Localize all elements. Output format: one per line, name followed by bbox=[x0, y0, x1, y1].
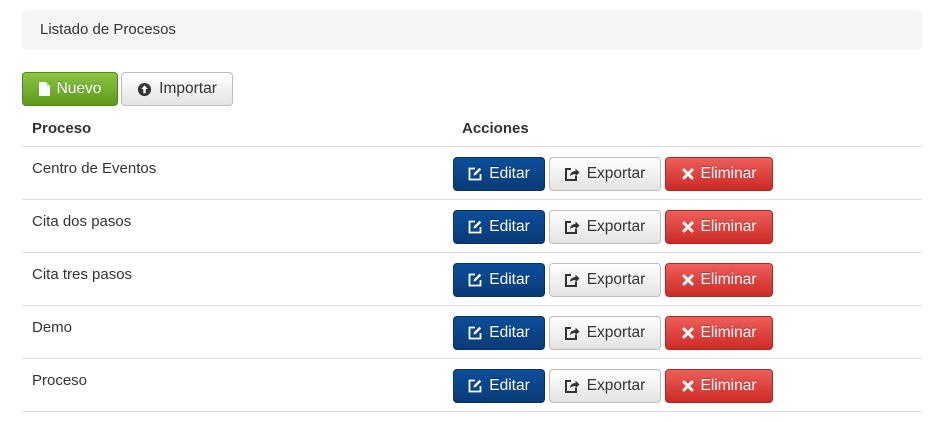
process-name: Cita tres pasos bbox=[22, 252, 452, 306]
x-icon bbox=[682, 221, 694, 233]
x-icon bbox=[682, 380, 694, 392]
delete-button[interactable]: Eliminar bbox=[665, 316, 773, 350]
delete-button-label: Eliminar bbox=[700, 165, 757, 182]
delete-button-label: Eliminar bbox=[700, 377, 757, 394]
row-actions: Editar Exportar Eliminar bbox=[452, 358, 922, 412]
file-icon bbox=[38, 82, 50, 96]
export-button-label: Exportar bbox=[586, 218, 646, 235]
import-button-label: Importar bbox=[159, 80, 217, 97]
table-row: Demo Editar Exportar Eliminar bbox=[22, 305, 922, 359]
edit-button[interactable]: Editar bbox=[453, 210, 545, 244]
share-icon bbox=[564, 220, 580, 234]
row-actions: Editar Exportar Eliminar bbox=[452, 252, 922, 306]
edit-icon bbox=[468, 273, 482, 287]
edit-button-label: Editar bbox=[489, 218, 530, 235]
x-icon bbox=[682, 274, 694, 286]
edit-icon bbox=[468, 326, 482, 340]
table-row: Cita tres pasos Editar Exportar Eliminar bbox=[22, 252, 922, 306]
share-icon bbox=[564, 326, 580, 340]
export-button[interactable]: Exportar bbox=[549, 210, 661, 244]
edit-button[interactable]: Editar bbox=[453, 157, 545, 191]
delete-button-label: Eliminar bbox=[700, 218, 757, 235]
delete-button[interactable]: Eliminar bbox=[665, 210, 773, 244]
edit-button[interactable]: Editar bbox=[453, 316, 545, 350]
new-button[interactable]: Nuevo bbox=[22, 72, 118, 106]
export-button[interactable]: Exportar bbox=[549, 157, 661, 191]
x-icon bbox=[682, 168, 694, 180]
edit-icon bbox=[468, 167, 482, 181]
process-name: Cita dos pasos bbox=[22, 199, 452, 253]
share-icon bbox=[564, 379, 580, 393]
export-button-label: Exportar bbox=[586, 377, 646, 394]
edit-icon bbox=[468, 220, 482, 234]
table-row: Cita dos pasos Editar Exportar Eliminar bbox=[22, 199, 922, 253]
column-header-proceso: Proceso bbox=[22, 110, 452, 147]
delete-button[interactable]: Eliminar bbox=[665, 263, 773, 297]
x-icon bbox=[682, 327, 694, 339]
table-row: Proceso Editar Exportar Eliminar bbox=[22, 358, 922, 412]
edit-button-label: Editar bbox=[489, 324, 530, 341]
share-icon bbox=[564, 167, 580, 181]
share-icon bbox=[564, 273, 580, 287]
edit-button-label: Editar bbox=[489, 165, 530, 182]
row-actions: Editar Exportar Eliminar bbox=[452, 305, 922, 359]
page-title: Listado de Procesos bbox=[40, 21, 176, 38]
export-button[interactable]: Exportar bbox=[549, 263, 661, 297]
row-actions: Editar Exportar Eliminar bbox=[452, 199, 922, 253]
edit-button-label: Editar bbox=[489, 377, 530, 394]
table-row: Centro de Eventos Editar Exportar Elimin… bbox=[22, 146, 922, 200]
process-name: Demo bbox=[22, 305, 452, 359]
edit-button[interactable]: Editar bbox=[453, 369, 545, 403]
breadcrumb: Listado de Procesos bbox=[22, 10, 922, 50]
edit-button[interactable]: Editar bbox=[453, 263, 545, 297]
export-button-label: Exportar bbox=[586, 324, 646, 341]
toolbar: Nuevo Importar bbox=[22, 72, 233, 106]
export-button-label: Exportar bbox=[586, 271, 646, 288]
delete-button[interactable]: Eliminar bbox=[665, 369, 773, 403]
process-name: Proceso bbox=[22, 358, 452, 412]
import-button[interactable]: Importar bbox=[121, 72, 233, 106]
edit-button-label: Editar bbox=[489, 271, 530, 288]
table-header-row: Proceso Acciones bbox=[22, 110, 922, 147]
circle-arrow-up-icon bbox=[137, 82, 152, 97]
process-table: Proceso Acciones Centro de Eventos Edita… bbox=[22, 110, 922, 412]
edit-icon bbox=[468, 379, 482, 393]
delete-button-label: Eliminar bbox=[700, 271, 757, 288]
column-header-acciones: Acciones bbox=[452, 110, 922, 147]
new-button-label: Nuevo bbox=[56, 80, 102, 97]
process-name: Centro de Eventos bbox=[22, 146, 452, 200]
delete-button[interactable]: Eliminar bbox=[665, 157, 773, 191]
row-actions: Editar Exportar Eliminar bbox=[452, 146, 922, 200]
export-button-label: Exportar bbox=[586, 165, 646, 182]
export-button[interactable]: Exportar bbox=[549, 316, 661, 350]
export-button[interactable]: Exportar bbox=[549, 369, 661, 403]
delete-button-label: Eliminar bbox=[700, 324, 757, 341]
